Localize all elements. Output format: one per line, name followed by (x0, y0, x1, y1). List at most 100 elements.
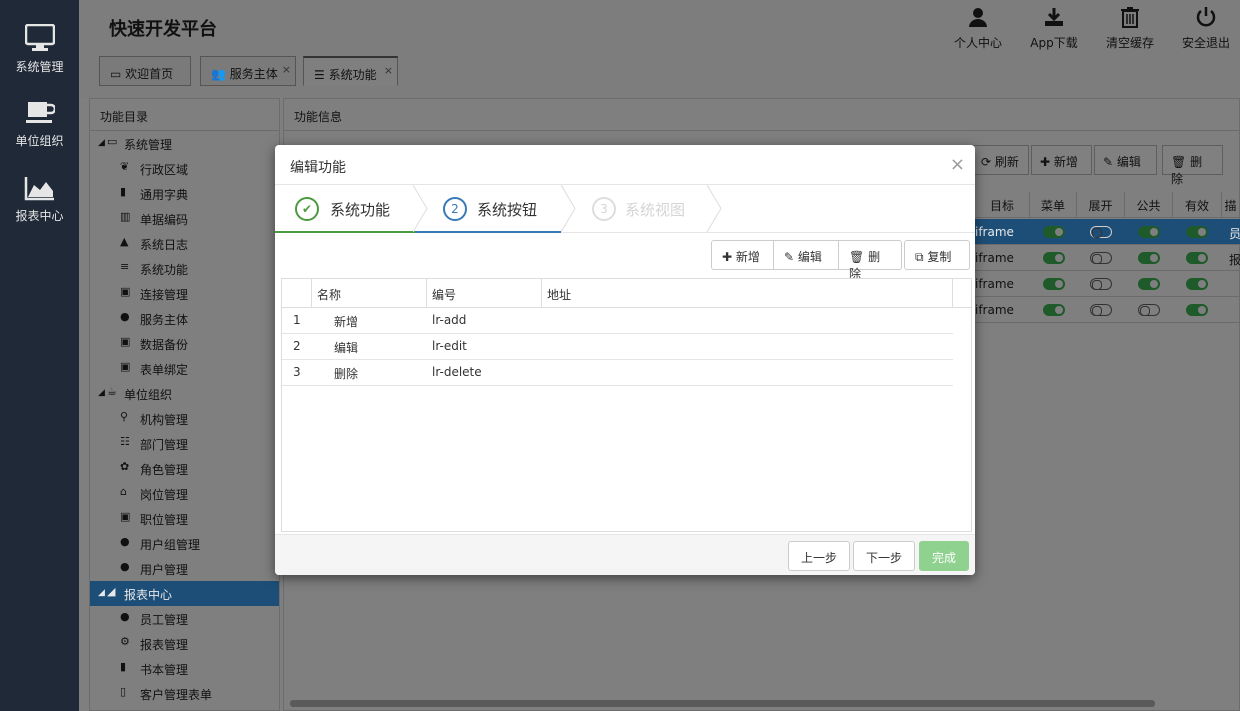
file-icon: ▯ (120, 685, 127, 698)
tree-item[interactable]: ▯ 客户管理表单 (90, 681, 279, 706)
dialog-add-label: 新增 (735, 250, 760, 264)
caret-icon[interactable]: ◢ (98, 588, 105, 598)
leaf-icon: ❦ (120, 160, 130, 173)
tree-item-label: 员工管理 (140, 613, 189, 627)
expand-toggle[interactable] (1090, 226, 1112, 238)
app-download-button[interactable]: App下载 (1019, 6, 1089, 51)
row-index: 3 (293, 365, 301, 379)
dialog-add-button[interactable]: ✚ 新增 (711, 240, 774, 270)
nav-item-report[interactable]: 报表中心 (0, 175, 79, 224)
table-row[interactable]: 3 删除 lr-delete (282, 360, 953, 386)
step-system-function[interactable]: ✔ 系统功能 (275, 185, 415, 233)
refresh-button[interactable]: ⟳ 刷新 (972, 145, 1029, 175)
prev-step-button[interactable]: 上一步 (788, 541, 850, 571)
expand-toggle[interactable] (1090, 278, 1112, 290)
users-icon: ● (120, 610, 130, 623)
valid-toggle[interactable] (1186, 278, 1208, 290)
tree-item-label: 表单绑定 (140, 363, 189, 377)
public-toggle[interactable] (1138, 278, 1160, 290)
menu-toggle[interactable] (1043, 226, 1065, 238)
tree-item[interactable]: ▣ 连接管理 (90, 281, 279, 306)
public-toggle[interactable] (1138, 226, 1160, 238)
grid-header-name[interactable]: 名称 (312, 279, 427, 308)
tree-item[interactable]: ▥ 单据编码 (90, 206, 279, 231)
table-header[interactable]: 有效 (1173, 192, 1222, 218)
next-step-button[interactable]: 下一步 (853, 541, 915, 571)
valid-toggle[interactable] (1186, 226, 1208, 238)
tree-item[interactable]: ❦ 行政区域 (90, 156, 279, 181)
menu-toggle[interactable] (1043, 278, 1065, 290)
tree-item[interactable]: ≡ 系统功能 (90, 256, 279, 281)
area-chart-icon: ◢ (107, 585, 116, 598)
tree-item[interactable]: ⚲ 机构管理 (90, 406, 279, 431)
book-icon: ▮ (120, 185, 127, 198)
valid-toggle[interactable] (1186, 252, 1208, 264)
tab-system-function[interactable]: ☰ 系统功能 × (303, 56, 398, 86)
tree-item[interactable]: ◢ ☕ 单位组织 (90, 381, 279, 406)
table-header[interactable]: 菜单 (1030, 192, 1077, 218)
step-system-button[interactable]: 2 系统按钮 (415, 185, 563, 233)
table-header[interactable]: 公共 (1125, 192, 1173, 218)
valid-toggle[interactable] (1186, 304, 1208, 316)
grid-header-url[interactable]: 地址 (542, 279, 953, 308)
info-panel-title: 功能信息 (284, 99, 1239, 131)
logout-button[interactable]: 安全退出 (1171, 6, 1240, 51)
tree-item[interactable]: ● 用户管理 (90, 556, 279, 581)
tree-item[interactable]: ▲ 系统日志 (90, 231, 279, 256)
plus-icon: ✚ (722, 250, 733, 264)
graduation-cap-icon: ⌂ (120, 485, 127, 498)
tree-item-label: 连接管理 (140, 288, 189, 302)
clear-cache-button[interactable]: 清空缓存 (1095, 6, 1165, 51)
tree-item[interactable]: ◢ ▭ 系统管理 (90, 131, 279, 156)
nav-item-system[interactable]: 系统管理 (0, 24, 79, 75)
profile-button[interactable]: 个人中心 (943, 6, 1013, 51)
tree-item[interactable]: ☷ 部门管理 (90, 431, 279, 456)
menu-toggle[interactable] (1043, 304, 1065, 316)
table-header[interactable]: 描 (1222, 192, 1240, 218)
step-system-view[interactable]: 3 系统视图 (575, 185, 723, 232)
tree-item[interactable]: ▮ 书本管理 (90, 656, 279, 681)
tree-item[interactable]: ▣ 数据备份 (90, 331, 279, 356)
tree-item[interactable]: ▣ 表单绑定 (90, 356, 279, 381)
menu-toggle[interactable] (1043, 252, 1065, 264)
user-icon (969, 8, 987, 27)
caret-icon[interactable]: ◢ (98, 138, 105, 148)
tab-service-subject[interactable]: 👥 服务主体 × (200, 56, 296, 86)
tree-item[interactable]: ◢ ◢ 报表中心 (90, 581, 279, 606)
tree-item[interactable]: ▣ 职位管理 (90, 506, 279, 531)
tab-welcome[interactable]: ▭ 欢迎首页 (99, 56, 191, 86)
tree-item[interactable]: ✿ 角色管理 (90, 456, 279, 481)
close-icon[interactable]: × (950, 154, 965, 175)
table-row[interactable]: 2 编辑 lr-edit (282, 334, 953, 360)
tree-item[interactable]: ▮ 通用字典 (90, 181, 279, 206)
public-toggle[interactable] (1138, 304, 1160, 316)
add-button[interactable]: ✚ 新增 (1031, 145, 1092, 175)
tab-label: 欢迎首页 (125, 67, 174, 81)
table-header[interactable]: 目标 (975, 192, 1030, 218)
code-cell: lr-add (432, 313, 467, 327)
edit-button[interactable]: ✎ 编辑 (1094, 145, 1157, 175)
grid-header-code[interactable]: 编号 (427, 279, 542, 308)
tree-item[interactable]: ● 员工管理 (90, 606, 279, 631)
tree-item[interactable]: ● 服务主体 (90, 306, 279, 331)
nav-item-org[interactable]: 单位组织 (0, 100, 79, 149)
cogs-icon: ⚙ (120, 635, 130, 648)
finish-button[interactable]: 完成 (919, 541, 969, 571)
dialog-delete-button[interactable]: 🗑 删除 (838, 240, 902, 281)
dialog-copy-button[interactable]: ⧉ 复制 (904, 240, 970, 270)
public-toggle[interactable] (1138, 252, 1160, 264)
tree-item[interactable]: ⚙ 报表管理 (90, 631, 279, 656)
delete-button[interactable]: 🗑 删除 (1162, 145, 1223, 186)
close-icon[interactable]: × (384, 64, 393, 77)
expand-toggle[interactable] (1090, 252, 1112, 264)
tree-item[interactable]: ● 用户组管理 (90, 531, 279, 556)
horizontal-scrollbar[interactable] (290, 700, 1155, 707)
table-header[interactable]: 展开 (1077, 192, 1125, 218)
expand-toggle[interactable] (1090, 304, 1112, 316)
close-icon[interactable]: × (282, 63, 291, 76)
caret-icon[interactable]: ◢ (98, 388, 105, 398)
tree-item[interactable]: ⌂ 岗位管理 (90, 481, 279, 506)
tree-item-label: 系统日志 (140, 238, 189, 252)
table-row[interactable]: 1 新增 lr-add (282, 308, 953, 334)
dialog-edit-button[interactable]: ✎ 编辑 (773, 240, 839, 270)
